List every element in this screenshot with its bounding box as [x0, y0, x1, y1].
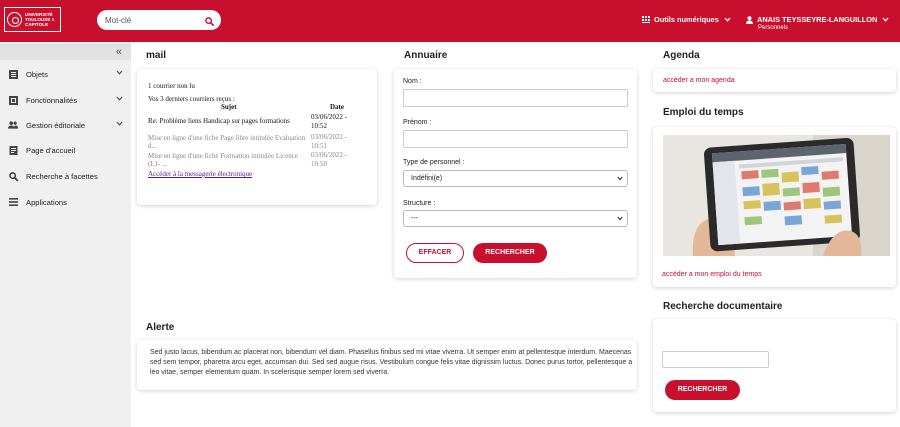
user-menu[interactable]: ANAIS TEYSSEYRE-LANGUILLON: [746, 15, 893, 24]
type-personnel-select[interactable]: Indéfini(e): [403, 170, 628, 187]
chevron-down-icon: [116, 121, 123, 126]
user-role: Personnels: [758, 25, 789, 31]
main-content: mail 1 courrier non lu Vos 3 derniers co…: [131, 42, 900, 427]
type-personnel-label: Type de personnel :: [403, 159, 465, 166]
sidebar-collapse-button[interactable]: «: [0, 44, 131, 60]
double-chevron-left-icon: «: [115, 46, 122, 58]
annuaire-search-button[interactable]: RECHERCHER: [473, 243, 547, 263]
mail-row-date: 03/06/2022 - 10:51: [311, 133, 347, 150]
sidebar-item-recherche-facettes[interactable]: Recherche à facettes: [0, 166, 131, 186]
recent-mails-label: Vos 3 derniers courriers reçus :: [148, 95, 235, 103]
structure-select[interactable]: ---: [403, 210, 628, 227]
alerte-title: Alerte: [146, 322, 175, 333]
digital-tools-label: Outils numériques: [654, 15, 719, 24]
sidebar-item-label: Objets: [26, 69, 48, 79]
sidebar-item-page-accueil[interactable]: Page d'accueil: [0, 140, 131, 160]
university-logo[interactable]: Université Toulouse 1 Capitole: [4, 7, 61, 32]
recherche-doc-input[interactable]: [662, 351, 769, 368]
alerte-text: Sed justo lacus, bibendum ac placerat no…: [150, 349, 633, 377]
alerte-card: Sed justo lacus, bibendum ac placerat no…: [137, 340, 637, 390]
chevron-down-icon: [724, 17, 731, 22]
archive-icon: [8, 69, 18, 79]
sidebar-item-label: Fonctionnalités: [26, 95, 78, 105]
top-header-bar: Université Toulouse 1 Capitole Outils nu…: [0, 0, 900, 42]
column-header-subject: Sujet: [221, 103, 237, 111]
nom-input[interactable]: [403, 89, 628, 107]
column-header-date: Date: [330, 103, 344, 111]
unread-count: 1 courrier non lu: [148, 82, 195, 90]
tablet-timetable-image: [663, 135, 890, 256]
agenda-title: Agenda: [663, 50, 700, 61]
sidebar-item-label: Gestion éditoriale: [26, 120, 86, 130]
recherche-doc-button[interactable]: RECHERCHER: [665, 380, 740, 400]
mail-row-date: 03/06/2022 - 10:52: [311, 113, 347, 130]
annuaire-title: Annuaire: [404, 50, 448, 61]
page-icon: [8, 145, 18, 155]
agenda-link[interactable]: accéder a mon agenda: [663, 77, 735, 84]
mail-row-subject[interactable]: Re: Problème liens Handicap sur pages fo…: [148, 117, 308, 125]
chevron-down-icon: [882, 17, 889, 22]
prenom-input[interactable]: [403, 130, 628, 148]
search-input[interactable]: [97, 10, 221, 30]
structure-label: Structure :: [403, 200, 436, 207]
prenom-label: Prénom :: [403, 119, 432, 126]
sidebar-item-fonctionnalites[interactable]: Fonctionnalités: [0, 90, 131, 110]
chevron-down-icon: [617, 216, 623, 221]
open-mailbox-link[interactable]: Accéder à la messagerie électronique: [148, 170, 252, 178]
mail-row-date: 03/06/2022 - 10:50: [311, 151, 347, 168]
chevron-down-icon: [617, 176, 623, 181]
sidebar-item-gestion-editoriale[interactable]: Gestion éditoriale: [0, 115, 131, 135]
chevron-down-icon: [116, 96, 123, 101]
recherche-doc-title: Recherche documentaire: [663, 301, 783, 312]
university-seal-icon: [7, 12, 22, 27]
database-icon: [8, 95, 18, 105]
sidebar: « Objets Fonctionnalités Gestion éditori…: [0, 42, 131, 427]
chevron-down-icon: [116, 70, 123, 75]
emploi-link[interactable]: accéder a mon emploi du temps: [662, 271, 762, 278]
digital-tools-menu[interactable]: Outils numériques: [642, 15, 735, 24]
sidebar-item-applications[interactable]: Applications: [0, 192, 131, 212]
grid-icon: [642, 16, 650, 23]
agenda-card: accéder a mon agenda: [653, 69, 896, 92]
sidebar-item-label: Page d'accueil: [26, 145, 76, 155]
clear-button[interactable]: EFFACER: [406, 243, 464, 263]
logo-line-3: Capitole: [25, 22, 49, 28]
list-icon: [8, 197, 18, 207]
sidebar-item-label: Recherche à facettes: [26, 171, 98, 181]
sidebar-item-label: Applications: [26, 197, 67, 207]
structure-value: ---: [411, 215, 418, 222]
recherche-doc-card: RECHERCHER: [653, 319, 896, 412]
sidebar-item-objets[interactable]: Objets: [0, 64, 131, 84]
mail-title: mail: [146, 50, 167, 61]
annuaire-card: Nom : Prénom : Type de personnel : Indéf…: [394, 69, 637, 278]
user-icon: [746, 15, 753, 24]
mail-card: 1 courrier non lu Vos 3 derniers courrie…: [137, 69, 377, 205]
users-icon: [8, 120, 18, 130]
user-name: ANAIS TEYSSEYRE-LANGUILLON: [757, 15, 878, 24]
mail-row-subject[interactable]: Mise en ligne d'une fiche Formation inti…: [148, 152, 308, 168]
type-personnel-value: Indéfini(e): [411, 175, 443, 182]
mail-row-subject[interactable]: Mise en ligne d'une fiche Page libre int…: [148, 134, 308, 150]
nom-label: Nom :: [403, 78, 422, 85]
search-icon: [8, 171, 18, 181]
emploi-title: Emploi du temps: [663, 107, 744, 118]
search-icon[interactable]: [205, 13, 217, 27]
